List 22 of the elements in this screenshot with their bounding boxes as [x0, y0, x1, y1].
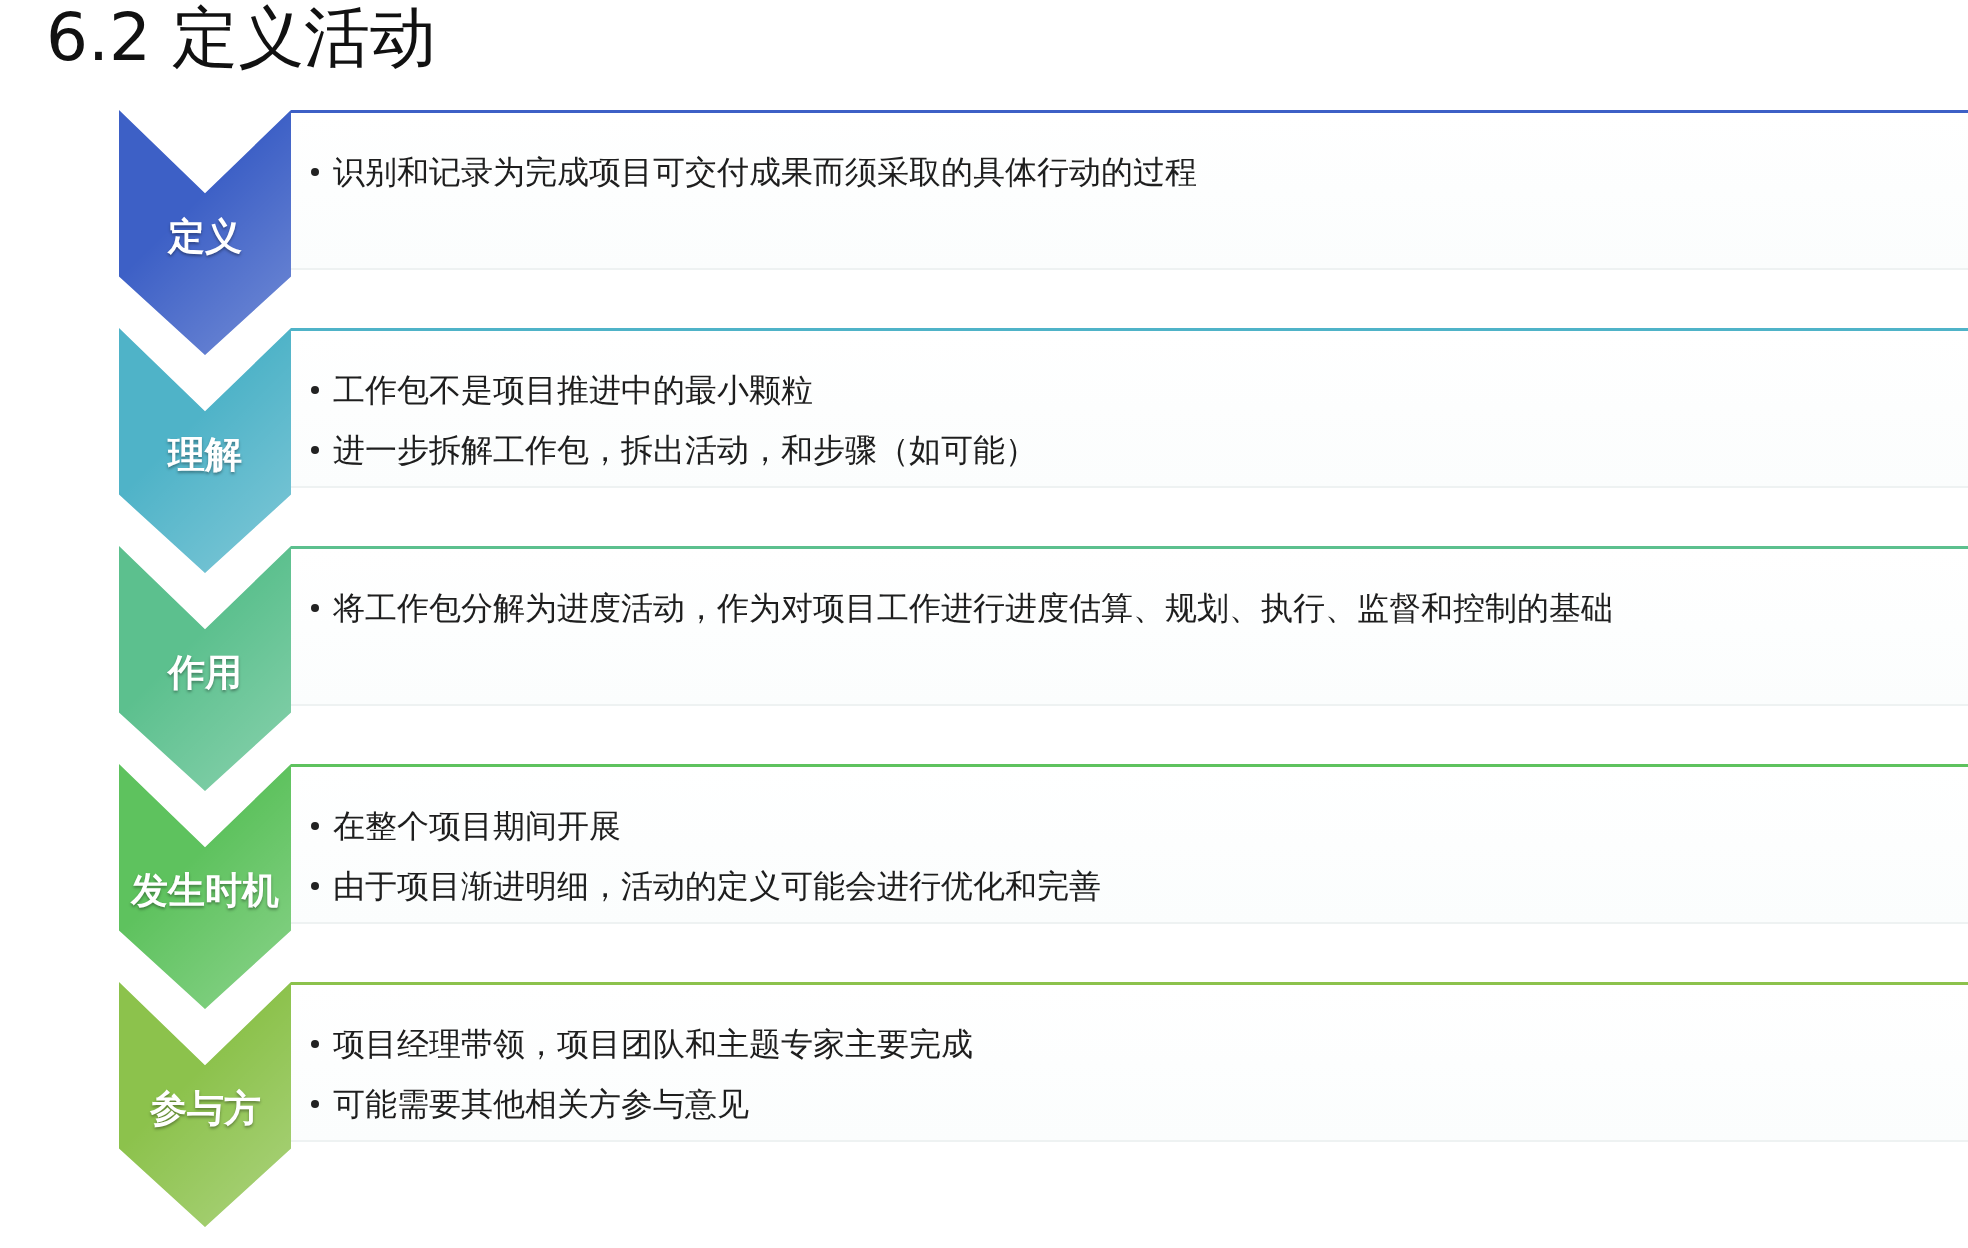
stage-chevron: 作用: [119, 546, 291, 791]
stage-chevron: 参与方: [119, 982, 291, 1227]
bullet-icon: [311, 822, 319, 830]
bullet-text: 识别和记录为完成项目可交付成果而须采取的具体行动的过程: [333, 152, 1197, 193]
bullet-text: 在整个项目期间开展: [333, 806, 621, 847]
bullet-text: 将工作包分解为进度活动，作为对项目工作进行进度估算、规划、执行、监督和控制的基础: [333, 588, 1613, 629]
bullet-text: 工作包不是项目推进中的最小颗粒: [333, 370, 813, 411]
bullet-icon: [311, 882, 319, 890]
bullet-text: 进一步拆解工作包，拆出活动，和步骤（如可能）: [333, 430, 1037, 471]
bullet-icon: [311, 1040, 319, 1048]
stage-chevron: 定义: [119, 110, 291, 355]
bullet-icon: [311, 446, 319, 454]
bullet-icon: [311, 168, 319, 176]
stage-chevron: 发生时机: [119, 764, 291, 1009]
bullet-icon: [311, 604, 319, 612]
bullet-icon: [311, 386, 319, 394]
stage-chevron: 理解: [119, 328, 291, 573]
bullet-text: 可能需要其他相关方参与意见: [333, 1084, 749, 1125]
bullet-text: 由于项目渐进明细，活动的定义可能会进行优化和完善: [333, 866, 1101, 907]
slide-title: 6.2 定义活动: [45, 0, 436, 78]
bullet-text: 项目经理带领，项目团队和主题专家主要完成: [333, 1024, 973, 1065]
bullet-icon: [311, 1100, 319, 1108]
